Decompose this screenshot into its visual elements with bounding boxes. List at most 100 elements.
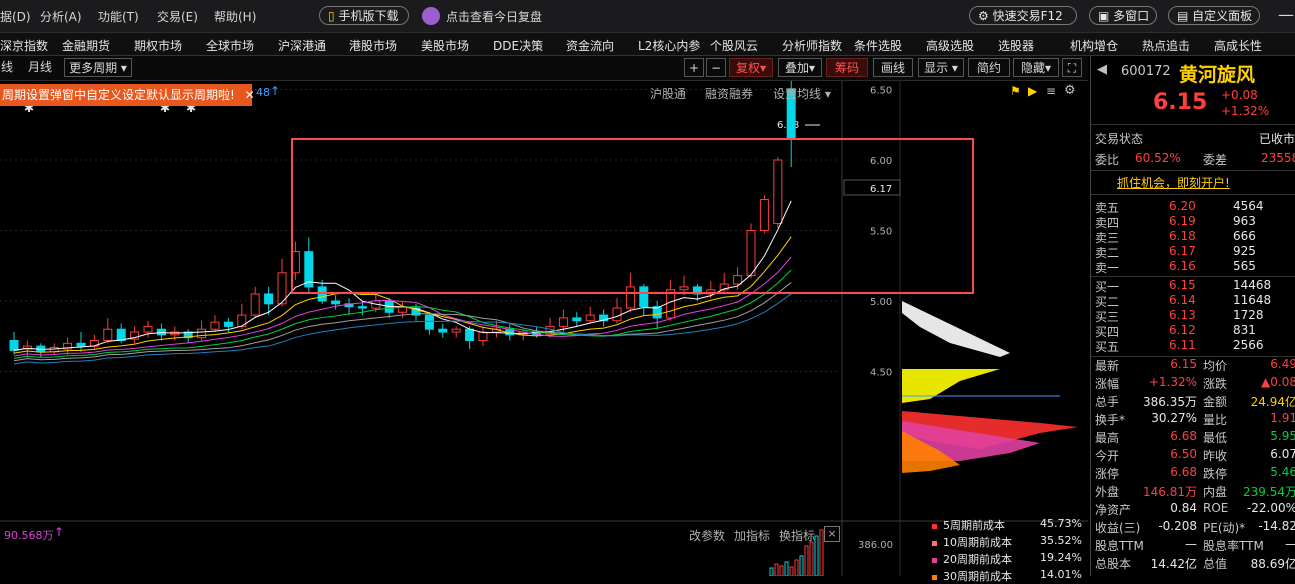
candle-body — [197, 328, 207, 339]
zoom-out-button[interactable]: − — [706, 58, 726, 77]
bid-price[interactable]: 6.12 — [1169, 323, 1196, 337]
margin-link[interactable]: 融资融券 — [705, 85, 753, 102]
period-partial[interactable]: 线 — [0, 58, 14, 77]
nav-item[interactable]: 高级选股 — [926, 37, 974, 54]
stat-label: 涨停 — [1095, 467, 1120, 481]
stat-value: 6.49 — [1270, 357, 1295, 371]
draw-line-button[interactable]: 画线 — [873, 58, 913, 77]
price-axis-tick: 4.50 — [870, 368, 892, 379]
nav-item[interactable]: 热点追击 — [1142, 37, 1190, 54]
chevron-down-icon: ▾ — [808, 61, 816, 75]
kline-chart-area[interactable]: 6.506.005.505.004.506.176.68✱✱✱ — [0, 64, 1088, 577]
open-account-link[interactable]: 抓住机会，即刻开户! — [1117, 174, 1230, 191]
simple-button[interactable]: 简约 — [968, 58, 1010, 77]
stat-value: +1.32% — [1148, 375, 1197, 389]
nav-item[interactable]: DDE决策 — [493, 37, 543, 54]
menu-analysis[interactable]: 分析(A) — [40, 8, 82, 25]
stat-label: 内盘 — [1203, 485, 1228, 499]
stat-label: 股息TTM — [1095, 539, 1144, 553]
zoom-in-button[interactable]: + — [684, 58, 704, 77]
set-ma-dropdown[interactable]: 设置均线 ▾ — [773, 85, 831, 102]
period-notice-banner[interactable]: 周期设置弹窗中自定义设定默认显示周期啦! ✕ — [0, 84, 255, 106]
chips-button[interactable]: 筹码 — [826, 58, 868, 77]
candle-body — [733, 275, 743, 285]
quick-trade-button[interactable]: ⚙ 快速交易F12 — [969, 6, 1077, 25]
stat-label: 收益(三) — [1095, 521, 1141, 535]
ask-price[interactable]: 6.20 — [1169, 199, 1196, 213]
nav-item[interactable]: L2核心内参 — [638, 37, 700, 54]
ask-price[interactable]: 6.17 — [1169, 244, 1196, 258]
bid-price[interactable]: 6.11 — [1169, 338, 1196, 352]
current-price-tag-label: 6.17 — [870, 184, 892, 195]
nav-item[interactable]: 分析师指数 — [782, 37, 842, 54]
settings-icon: ⚙ — [978, 9, 989, 23]
mobile-download-button[interactable]: ▯ 手机版下载 — [319, 6, 409, 25]
candle-body — [746, 230, 756, 277]
stat-value: 24.94亿 — [1250, 395, 1295, 409]
nav-item[interactable]: 港股市场 — [349, 37, 397, 54]
overlay-dropdown[interactable]: 叠加▾ — [778, 58, 822, 77]
volume-bar — [809, 541, 814, 577]
chip-distribution — [902, 301, 1010, 357]
bid-price[interactable]: 6.14 — [1169, 293, 1196, 307]
arrow-up-icon: ↑ — [270, 84, 281, 98]
edit-params-button[interactable]: 改参数 — [689, 527, 725, 544]
volume-bar — [814, 535, 819, 577]
market-nav: 深京指数 金融期货 期权市场 全球市场 沪深港通 港股市场 美股市场 DDE决策 资金流向 L2核… — [0, 33, 1295, 56]
nav-item[interactable]: 资金流向 — [566, 37, 614, 54]
close-icon[interactable]: × — [824, 526, 840, 542]
nav-item[interactable]: 期权市场 — [134, 37, 182, 54]
multi-window-label: 多窗口 — [1113, 9, 1150, 23]
fuquan-dropdown[interactable]: 复权▾ — [729, 58, 773, 77]
display-dropdown[interactable]: 显示 ▾ — [918, 58, 964, 77]
replay-link[interactable]: 点击查看今日复盘 — [446, 8, 542, 25]
nav-item[interactable]: 沪深港通 — [278, 37, 326, 54]
hide-dropdown[interactable]: 隐藏▾ — [1013, 58, 1059, 77]
switch-indicator-button[interactable]: 换指标 — [779, 527, 815, 544]
custom-panel-button[interactable]: ▤ 自定义面板 — [1168, 6, 1260, 25]
chevron-left-icon[interactable]: ◀ — [1097, 62, 1107, 77]
period-month[interactable]: 月线 — [22, 58, 58, 77]
candle-body — [143, 325, 153, 333]
ask-price[interactable]: 6.19 — [1169, 214, 1196, 228]
more-period-dropdown[interactable]: 更多周期 ▾ — [64, 58, 132, 77]
add-indicator-button[interactable]: 加指标 — [734, 527, 770, 544]
nav-item[interactable]: 个股风云 — [710, 37, 758, 54]
ask-level-label: 卖一 — [1095, 261, 1120, 275]
nav-item[interactable]: 高成长性 — [1214, 37, 1262, 54]
bid-price[interactable]: 6.13 — [1169, 308, 1196, 322]
stat-value: 1.91 — [1270, 411, 1295, 425]
menu-function[interactable]: 功能(T) — [98, 8, 139, 25]
chevron-down-icon: ▾ — [759, 61, 767, 75]
ask-price[interactable]: 6.16 — [1169, 259, 1196, 273]
nav-item[interactable]: 金融期货 — [62, 37, 110, 54]
stat-value: -0.208 — [1158, 519, 1197, 533]
nav-item[interactable]: 机构增仓 — [1070, 37, 1118, 54]
nav-item[interactable]: 选股器 — [998, 37, 1034, 54]
nav-item[interactable]: 条件选股 — [854, 37, 902, 54]
stat-label: 金额 — [1203, 395, 1228, 409]
fullscreen-icon[interactable]: ⛶ — [1062, 58, 1082, 77]
ask-price[interactable]: 6.18 — [1169, 229, 1196, 243]
price-change-pct: +1.32% — [1221, 104, 1270, 118]
cost-legend-item: 20周期前成本 19.24% — [932, 551, 1082, 567]
close-icon[interactable]: ✕ — [245, 88, 255, 102]
menu-data[interactable]: 据(D) — [0, 8, 31, 25]
nav-item[interactable]: 全球市场 — [206, 37, 254, 54]
play-icon[interactable]: ▶ — [1028, 84, 1037, 98]
bid-price[interactable]: 6.15 — [1169, 278, 1196, 292]
minimize-icon[interactable]: — — [1278, 5, 1294, 24]
flag-icon[interactable]: ⚑ — [1010, 84, 1021, 98]
multi-window-button[interactable]: ▣ 多窗口 — [1089, 6, 1157, 25]
stat-value: 6.68 — [1170, 465, 1197, 479]
nav-item[interactable]: 深京指数 — [0, 37, 48, 54]
chevron-down-icon: ▾ — [1044, 61, 1052, 75]
hgt-link[interactable]: 沪股通 — [650, 85, 686, 102]
menu-help[interactable]: 帮助(H) — [214, 8, 256, 25]
nav-item[interactable]: 美股市场 — [421, 37, 469, 54]
ask-volume: 565 — [1233, 259, 1256, 273]
menu-trade[interactable]: 交易(E) — [157, 8, 198, 25]
arrow-up-icon: ↑ — [54, 525, 65, 539]
list-icon[interactable]: ≡ — [1046, 84, 1056, 98]
gear-icon[interactable]: ⚙ — [1064, 83, 1076, 98]
